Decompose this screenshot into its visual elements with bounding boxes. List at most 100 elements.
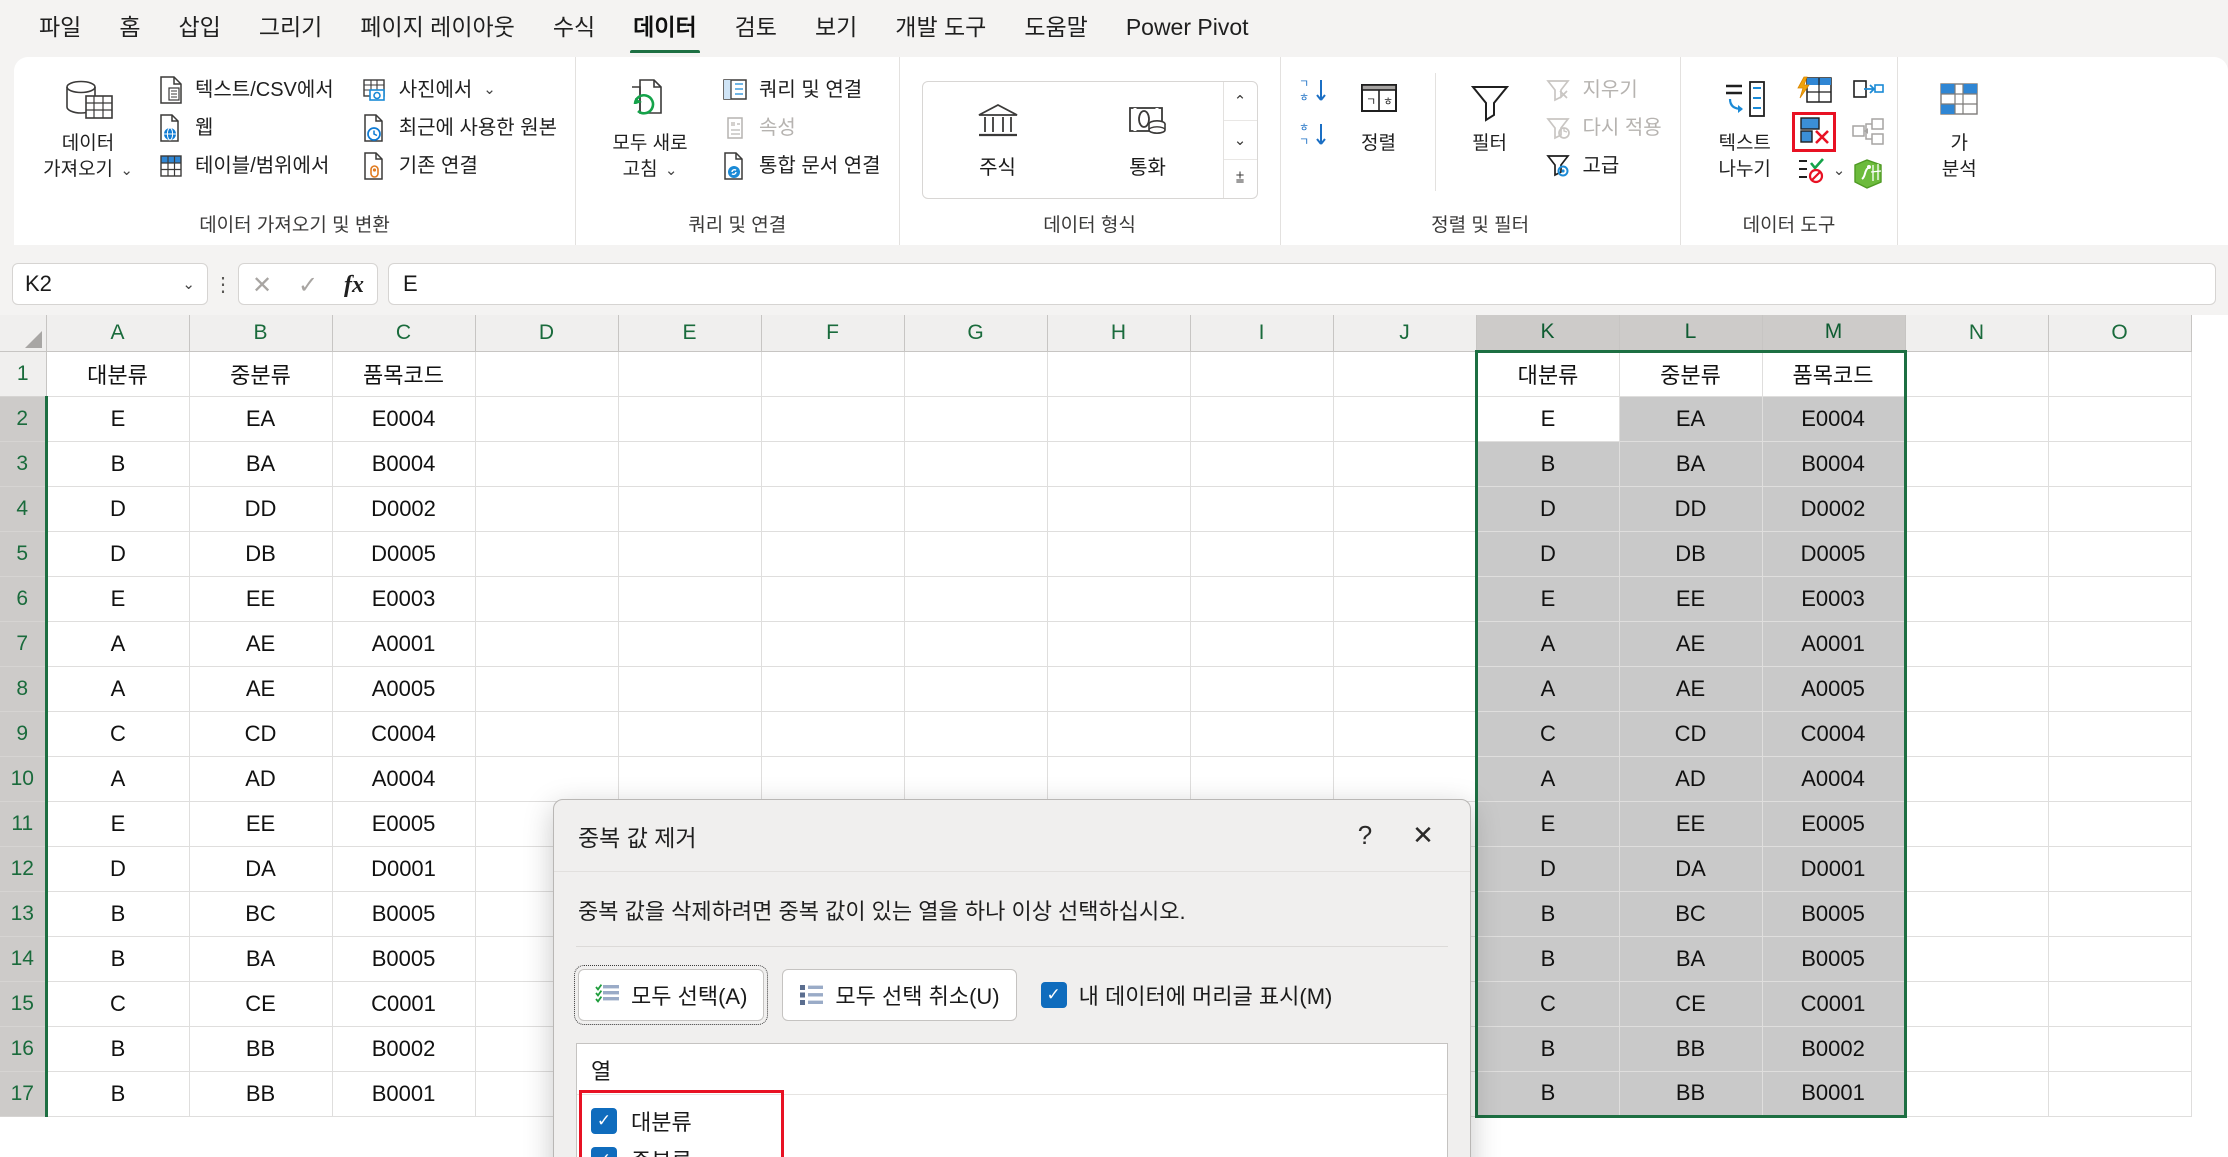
row-header-15[interactable]: 15 — [0, 981, 46, 1026]
cell-C4[interactable]: D0002 — [332, 486, 475, 531]
cell-L7[interactable]: AE — [1619, 621, 1762, 666]
cell-I5[interactable] — [1190, 531, 1333, 576]
row-header-7[interactable]: 7 — [0, 621, 46, 666]
cell-M6[interactable]: E0003 — [1762, 576, 1905, 621]
cell-M7[interactable]: A0001 — [1762, 621, 1905, 666]
cell-K13[interactable]: B — [1476, 891, 1619, 936]
column-header-L[interactable]: L — [1619, 315, 1762, 351]
name-box[interactable]: K2 ⌄ — [12, 263, 208, 305]
cell-I9[interactable] — [1190, 711, 1333, 756]
data-validation-icon[interactable]: ⌄ — [1795, 155, 1846, 185]
row-header-16[interactable]: 16 — [0, 1026, 46, 1071]
cell-O5[interactable] — [2048, 531, 2191, 576]
what-if-analysis-button[interactable]: 가 분석 — [1916, 69, 2002, 183]
cell-M13[interactable]: B0005 — [1762, 891, 1905, 936]
cell-H7[interactable] — [1047, 621, 1190, 666]
cell-O15[interactable] — [2048, 981, 2191, 1026]
cell-B10[interactable]: AD — [189, 756, 332, 801]
cell-C3[interactable]: B0004 — [332, 441, 475, 486]
data-type-currency[interactable]: 통화 — [1073, 82, 1223, 198]
cell-M17[interactable]: B0001 — [1762, 1071, 1905, 1116]
cell-L12[interactable]: DA — [1619, 846, 1762, 891]
cell-H10[interactable] — [1047, 756, 1190, 801]
formula-input[interactable]: E — [388, 263, 2216, 305]
cell-B16[interactable]: BB — [189, 1026, 332, 1071]
cell-N2[interactable] — [1905, 396, 2048, 441]
cell-N14[interactable] — [1905, 936, 2048, 981]
cell-J2[interactable] — [1333, 396, 1476, 441]
cell-D9[interactable] — [475, 711, 618, 756]
cell-C14[interactable]: B0005 — [332, 936, 475, 981]
cell-M2[interactable]: E0004 — [1762, 396, 1905, 441]
cell-D8[interactable] — [475, 666, 618, 711]
tab-page-layout[interactable]: 페이지 레이아웃 — [341, 6, 534, 48]
cell-A17[interactable]: B — [46, 1071, 189, 1116]
cell-L15[interactable]: CE — [1619, 981, 1762, 1026]
cell-L2[interactable]: EA — [1619, 396, 1762, 441]
cell-L4[interactable]: DD — [1619, 486, 1762, 531]
cell-G10[interactable] — [904, 756, 1047, 801]
cell-C9[interactable]: C0004 — [332, 711, 475, 756]
remove-duplicates-icon[interactable] — [1795, 115, 1833, 149]
cell-M1[interactable]: 품목코드 — [1762, 351, 1905, 396]
cell-L11[interactable]: EE — [1619, 801, 1762, 846]
cell-K17[interactable]: B — [1476, 1071, 1619, 1116]
row-header-4[interactable]: 4 — [0, 486, 46, 531]
cell-C12[interactable]: D0001 — [332, 846, 475, 891]
tab-developer[interactable]: 개발 도구 — [876, 6, 1005, 48]
cell-E7[interactable] — [618, 621, 761, 666]
column-header-O[interactable]: O — [2048, 315, 2191, 351]
cell-M8[interactable]: A0005 — [1762, 666, 1905, 711]
manage-data-model-icon[interactable] — [1851, 157, 1885, 189]
cell-A8[interactable]: A — [46, 666, 189, 711]
cell-A5[interactable]: D — [46, 531, 189, 576]
cell-L8[interactable]: AE — [1619, 666, 1762, 711]
cell-N11[interactable] — [1905, 801, 2048, 846]
cell-G4[interactable] — [904, 486, 1047, 531]
cell-K16[interactable]: B — [1476, 1026, 1619, 1071]
cell-B14[interactable]: BA — [189, 936, 332, 981]
cell-K8[interactable]: A — [1476, 666, 1619, 711]
cell-A7[interactable]: A — [46, 621, 189, 666]
column-header-A[interactable]: A — [46, 315, 189, 351]
tab-review[interactable]: 검토 — [716, 6, 796, 48]
select-all-corner[interactable] — [0, 315, 46, 351]
close-x-icon[interactable]: ✕ — [1394, 812, 1452, 860]
cell-E5[interactable] — [618, 531, 761, 576]
cell-N13[interactable] — [1905, 891, 2048, 936]
cell-I6[interactable] — [1190, 576, 1333, 621]
cell-B12[interactable]: DA — [189, 846, 332, 891]
cell-L10[interactable]: AD — [1619, 756, 1762, 801]
cell-M4[interactable]: D0002 — [1762, 486, 1905, 531]
row-header-14[interactable]: 14 — [0, 936, 46, 981]
cell-B9[interactable]: CD — [189, 711, 332, 756]
column-header-H[interactable]: H — [1047, 315, 1190, 351]
cell-C13[interactable]: B0005 — [332, 891, 475, 936]
row-header-5[interactable]: 5 — [0, 531, 46, 576]
cell-C8[interactable]: A0005 — [332, 666, 475, 711]
cell-G1[interactable] — [904, 351, 1047, 396]
checkbox-checked-icon[interactable]: ✓ — [591, 1147, 617, 1157]
cell-A2[interactable]: E — [46, 396, 189, 441]
cell-M16[interactable]: B0002 — [1762, 1026, 1905, 1071]
cell-J7[interactable] — [1333, 621, 1476, 666]
cell-L9[interactable]: CD — [1619, 711, 1762, 756]
cell-C1[interactable]: 품목코드 — [332, 351, 475, 396]
from-table-range-button[interactable]: 테이블/범위에서 — [150, 149, 340, 183]
cell-I4[interactable] — [1190, 486, 1333, 531]
my-data-has-headers-checkbox[interactable]: ✓ 내 데이터에 머리글 표시(M) — [1041, 979, 1333, 1011]
cell-I7[interactable] — [1190, 621, 1333, 666]
row-header-10[interactable]: 10 — [0, 756, 46, 801]
sort-ascending-icon[interactable]: ㄱ ㅎ — [1297, 75, 1331, 109]
cell-K6[interactable]: E — [1476, 576, 1619, 621]
cell-E6[interactable] — [618, 576, 761, 621]
reapply-button[interactable]: 다시 적용 — [1538, 111, 1668, 145]
cell-F1[interactable] — [761, 351, 904, 396]
cell-D2[interactable] — [475, 396, 618, 441]
cell-H3[interactable] — [1047, 441, 1190, 486]
clear-filter-button[interactable]: 지우기 — [1538, 73, 1668, 107]
cell-B17[interactable]: BB — [189, 1071, 332, 1116]
cell-J4[interactable] — [1333, 486, 1476, 531]
cell-A13[interactable]: B — [46, 891, 189, 936]
cell-J1[interactable] — [1333, 351, 1476, 396]
